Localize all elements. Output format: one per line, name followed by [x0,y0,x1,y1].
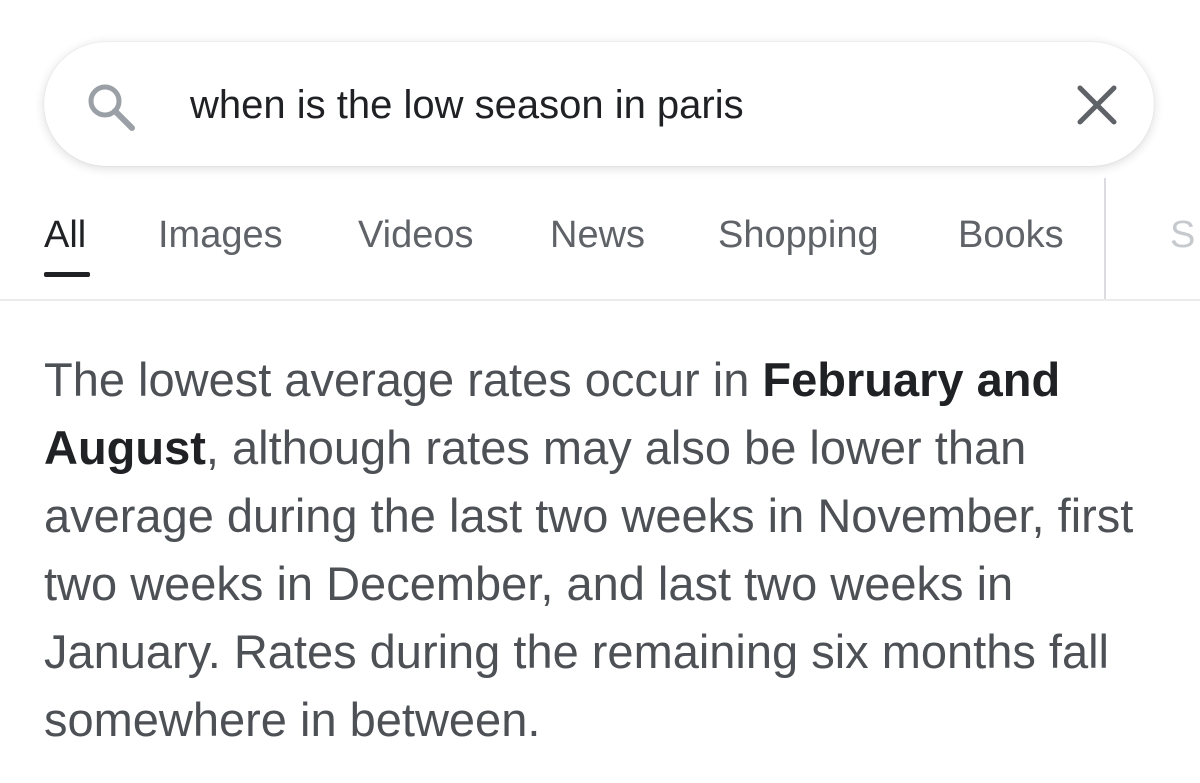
tab-videos[interactable]: Videos [358,214,474,257]
tab-shopping[interactable]: Shopping [718,214,879,257]
tabs-bottom-border [0,299,1200,301]
snippet-text-part2: , although rates may also be lower than … [44,421,1134,746]
tab-images[interactable]: Images [158,214,283,257]
search-input[interactable] [190,74,1030,136]
featured-snippet-text: The lowest average rates occur in Februa… [44,346,1164,754]
tab-partial-more[interactable]: S [1170,214,1200,257]
active-tab-indicator [44,272,90,277]
tab-books[interactable]: Books [958,214,1064,257]
tabs-divider [1104,178,1106,300]
search-icon[interactable] [84,80,138,134]
close-icon[interactable] [1074,82,1120,128]
tab-all[interactable]: All [44,214,86,257]
search-tabs: All Images Videos News Shopping Books [0,180,1200,300]
snippet-text-part1: The lowest average rates occur in [44,353,763,406]
tab-news[interactable]: News [550,214,645,257]
